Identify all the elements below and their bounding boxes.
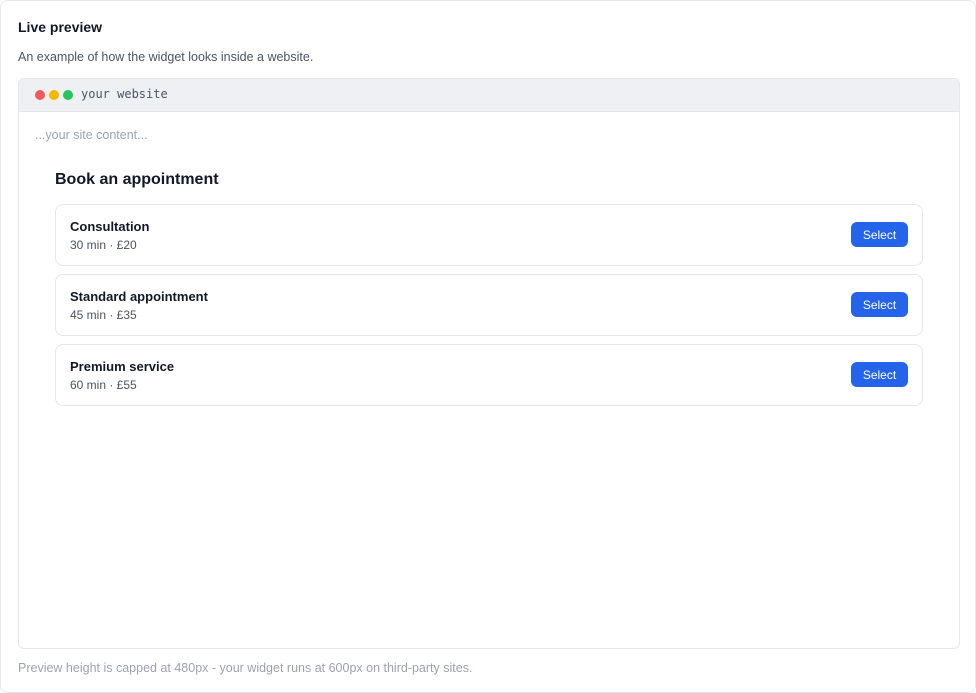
site-content-placeholder: ...your site content... (35, 128, 148, 142)
live-preview-panel: Live preview An example of how the widge… (0, 0, 976, 693)
panel-title: Live preview (18, 19, 103, 35)
service-card-consultation: Consultation 30 min · £20 Select (55, 204, 923, 266)
select-premium-service-button[interactable]: Select (851, 362, 908, 387)
maximize-dot-icon (63, 90, 73, 100)
select-standard-appointment-button[interactable]: Select (851, 292, 908, 317)
panel-description: An example of how the widget looks insid… (18, 50, 314, 64)
close-dot-icon (35, 90, 45, 100)
service-meta: 30 min · £20 (70, 238, 137, 252)
select-consultation-button[interactable]: Select (851, 222, 908, 247)
preview-footnote: Preview height is capped at 480px - your… (18, 661, 473, 675)
browser-url-label: your website (81, 87, 168, 101)
browser-mockup: your website ...your site content... Boo… (18, 78, 960, 649)
browser-toolbar: your website (19, 79, 959, 112)
minimize-dot-icon (49, 90, 59, 100)
service-meta: 45 min · £35 (70, 308, 137, 322)
widget-title: Book an appointment (55, 171, 219, 188)
service-name: Standard appointment (70, 289, 208, 304)
service-name: Consultation (70, 219, 150, 234)
service-card-premium-service: Premium service 60 min · £55 Select (55, 344, 923, 406)
service-meta: 60 min · £55 (70, 378, 137, 392)
service-name: Premium service (70, 359, 175, 374)
service-card-standard-appointment: Standard appointment 45 min · £35 Select (55, 274, 923, 336)
